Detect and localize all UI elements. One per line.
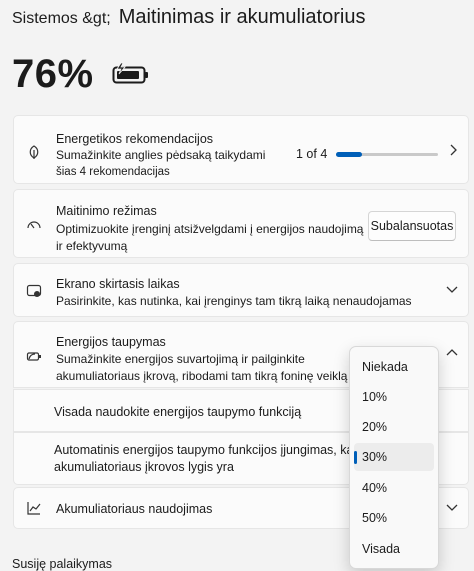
option-label: 10% (362, 390, 388, 404)
battery-status: 76% (12, 52, 150, 97)
leaf-icon (26, 144, 42, 160)
chevron-down-icon[interactable] (446, 502, 458, 515)
chevron-right-icon[interactable] (448, 144, 458, 159)
recommendations-progress-bar (336, 152, 438, 157)
battery-saver-icon (26, 348, 42, 364)
menu-option-visada[interactable]: Visada (354, 535, 434, 563)
battery-saver-desc-1: Sumažinkite energijos suvartojimą ir pai… (56, 352, 305, 366)
breadcrumb: Sistemos &gt; Maitinimas ir akumuliatori… (12, 6, 365, 32)
menu-option-niekada[interactable]: Niekada (354, 353, 434, 381)
chevron-down-icon[interactable] (446, 284, 458, 297)
menu-option-50[interactable]: 50% (354, 504, 434, 532)
auto-battery-saver-label-1: Automatinis energijos taupymo funkcijos … (54, 443, 357, 457)
page-title: Maitinimas ir akumuliatorius (118, 6, 366, 28)
screen-sleep-desc: Pasirinkite, kas nutinka, kai įrenginys … (56, 294, 412, 308)
chevron-up-icon[interactable] (446, 348, 458, 361)
related-support-title: Susiję palaikymas (12, 557, 113, 571)
always-battery-saver-label: Visada naudokite energijos taupymo funkc… (54, 405, 302, 419)
screen-sleep-card[interactable]: Ekrano skirtasis laikas Pasirinkite, kas… (13, 263, 469, 317)
power-mode-title: Maitinimo režimas (56, 204, 157, 218)
battery-saver-title: Energijos taupymas (56, 335, 166, 349)
menu-option-20[interactable]: 20% (354, 413, 434, 441)
recommendations-desc-1: Sumažinkite anglies pėdsaką taikydami (56, 148, 266, 162)
breadcrumb-parent[interactable]: Sistemos &gt; (12, 10, 111, 28)
menu-option-40[interactable]: 40% (354, 474, 434, 502)
recommendations-title: Energetikos rekomendacijos (56, 132, 214, 146)
option-label: Visada (362, 542, 400, 556)
battery-charging-icon (112, 62, 150, 90)
battery-percentage: 76% (12, 52, 94, 96)
chart-icon (26, 500, 42, 516)
recommendations-progress-fill (336, 152, 362, 157)
recommendations-desc-2: šias 4 rekomendacijas (56, 166, 170, 178)
gauge-icon (26, 217, 42, 233)
power-mode-card: Maitinimo režimas Optimizuokite įrenginį… (13, 189, 469, 258)
screen-sleep-icon (26, 283, 42, 299)
menu-option-10[interactable]: 10% (354, 383, 434, 411)
option-label: 40% (362, 481, 388, 495)
option-label: 20% (362, 420, 388, 434)
power-mode-dropdown[interactable]: Subalansuotas (368, 211, 456, 241)
option-label: Niekada (362, 360, 408, 374)
auto-battery-saver-label-2: akumuliatoriaus įkrovos lygis yra (54, 460, 234, 474)
selection-indicator (354, 451, 357, 464)
menu-option-30-selected[interactable]: 30% (354, 443, 434, 471)
power-mode-desc-2: ir efektyvumą (56, 239, 128, 253)
screen-sleep-title: Ekrano skirtasis laikas (56, 277, 180, 291)
battery-saver-desc-2: akumuliatoriaus įkrovą, ribodami tam tik… (56, 369, 348, 383)
battery-saver-threshold-menu: Niekada 10% 20% 30% 40% 50% Visada (349, 346, 439, 569)
option-label: 50% (362, 511, 388, 525)
option-label: 30% (362, 450, 388, 464)
recommendations-card[interactable]: Energetikos rekomendacijos Sumažinkite a… (13, 115, 469, 184)
power-mode-desc-1: Optimizuokite įrenginį atsižvelgdami į e… (56, 222, 364, 236)
recommendations-progress-text: 1 of 4 (296, 147, 328, 161)
battery-usage-title: Akumuliatoriaus naudojimas (56, 502, 213, 516)
